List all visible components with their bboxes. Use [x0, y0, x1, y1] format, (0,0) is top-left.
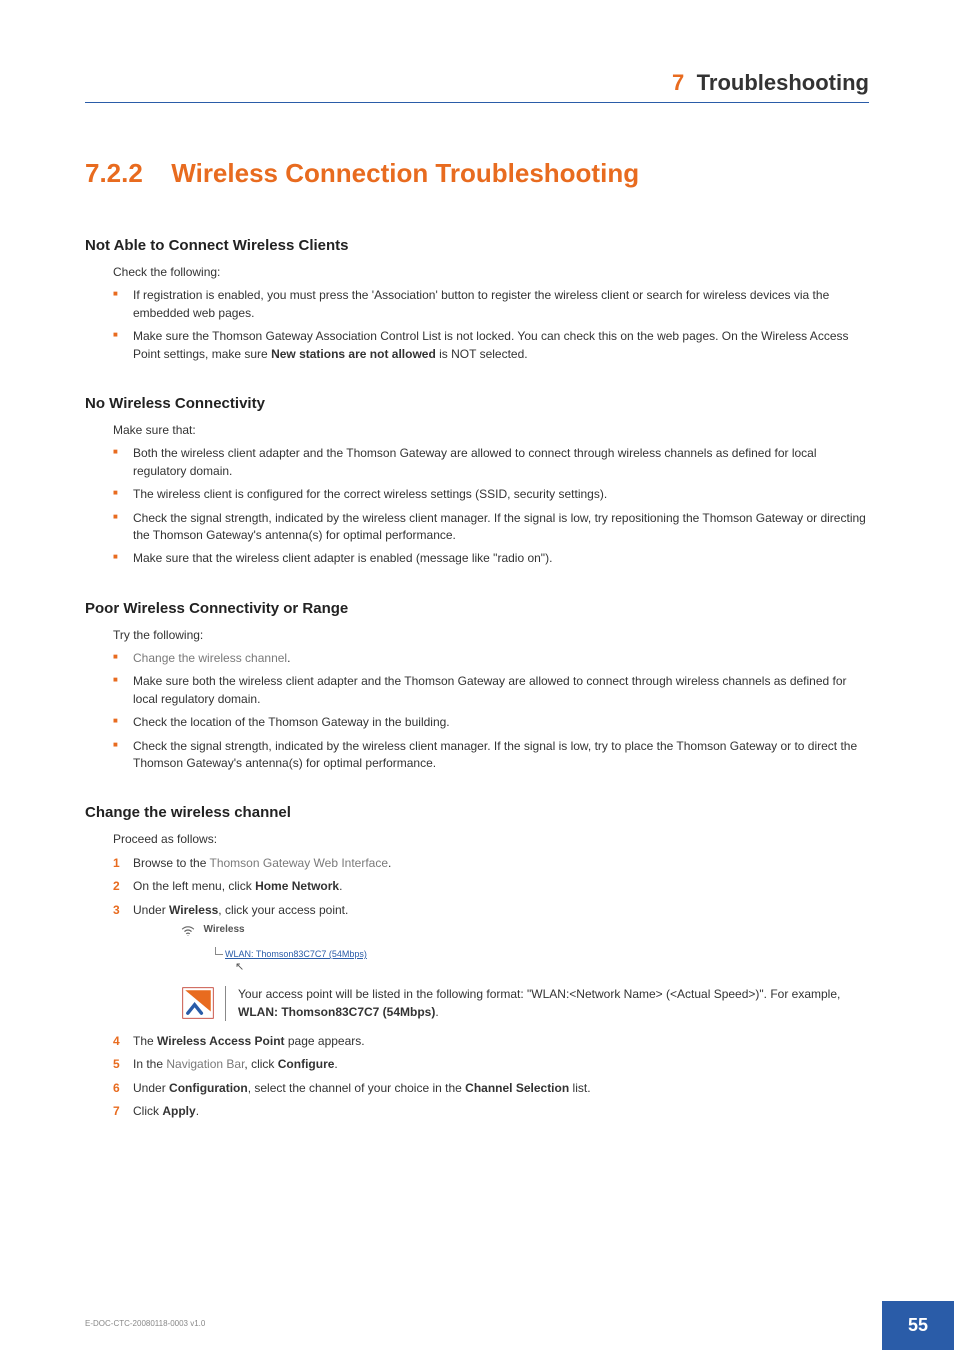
section-name: Wireless Connection Troubleshooting	[171, 158, 639, 188]
text: Your access point will be listed in the …	[238, 987, 840, 1001]
step-item: Under Wireless, click your access point.…	[113, 902, 869, 1021]
bold-text: Wireless Access Point	[157, 1034, 285, 1048]
bullet-item: If registration is enabled, you must pre…	[113, 287, 869, 322]
chapter-title: Troubleshooting	[697, 70, 869, 95]
bold-text: WLAN: Thomson83C7C7 (54Mbps)	[238, 1005, 435, 1019]
bold-text: Configure	[278, 1057, 335, 1071]
step-item: On the left menu, click Home Network.	[113, 878, 869, 895]
cross-ref-link[interactable]: Navigation Bar	[166, 1057, 244, 1071]
chapter-header: 7 Troubleshooting	[85, 70, 869, 103]
bullet-item: Check the location of the Thomson Gatewa…	[113, 714, 869, 731]
bold-text: Channel Selection	[465, 1081, 569, 1095]
bullet-item: Check the signal strength, indicated by …	[113, 738, 869, 773]
intro-text: Check the following:	[113, 264, 869, 281]
bullet-item: Check the signal strength, indicated by …	[113, 510, 869, 545]
note-text: Your access point will be listed in the …	[225, 986, 869, 1021]
wifi-icon	[181, 923, 195, 943]
step-item: In the Navigation Bar, click Configure.	[113, 1056, 869, 1073]
step-item: Click Apply.	[113, 1103, 869, 1120]
bold-text: Apply	[162, 1104, 195, 1118]
footer-doc-id: E-DOC-CTC-20080118-0003 v1.0	[85, 1319, 954, 1328]
bullet-item: Change the wireless channel.	[113, 650, 869, 667]
chapter-number: 7	[672, 70, 684, 95]
intro-text: Proceed as follows:	[113, 831, 869, 848]
subsection-poor-connectivity: Poor Wireless Connectivity or Range Try …	[85, 600, 869, 773]
text: Browse to the	[133, 856, 210, 870]
intro-text: Try the following:	[113, 627, 869, 644]
cross-ref-link[interactable]: Thomson Gateway Web Interface	[210, 856, 389, 870]
wireless-screenshot: Wireless WLAN: Thomson83C7C7 (54Mbps) ↖	[181, 923, 869, 976]
text: On the left menu, click	[133, 879, 255, 893]
subsection-title: Poor Wireless Connectivity or Range	[85, 600, 869, 617]
subsection-title: Change the wireless channel	[85, 804, 869, 821]
text: , click	[244, 1057, 277, 1071]
subsection-title: Not Able to Connect Wireless Clients	[85, 237, 869, 254]
bullet-item: Make sure the Thomson Gateway Associatio…	[113, 328, 869, 363]
cursor-icon: ↖	[235, 960, 244, 976]
step-item: The Wireless Access Point page appears.	[113, 1033, 869, 1050]
bold-text: New stations are not allowed	[271, 347, 436, 361]
wireless-label: Wireless	[204, 923, 245, 938]
text: page appears.	[285, 1034, 365, 1048]
intro-text: Make sure that:	[113, 422, 869, 439]
step-item: Browse to the Thomson Gateway Web Interf…	[113, 855, 869, 872]
section-number: 7.2.2	[85, 158, 143, 188]
text: list.	[569, 1081, 590, 1095]
cross-ref-link[interactable]: Change the wireless channel	[133, 651, 287, 665]
step-item: Under Configuration, select the channel …	[113, 1080, 869, 1097]
bold-text: Wireless	[169, 903, 218, 917]
text: is NOT selected.	[436, 347, 528, 361]
text: , click your access point.	[218, 903, 348, 917]
text: Click	[133, 1104, 162, 1118]
bold-text: Configuration	[169, 1081, 248, 1095]
subsection-change-channel: Change the wireless channel Proceed as f…	[85, 804, 869, 1120]
bullet-item: Make sure that the wireless client adapt…	[113, 550, 869, 567]
wlan-link[interactable]: WLAN: Thomson83C7C7 (54Mbps)	[215, 947, 869, 961]
bold-text: Home Network	[255, 879, 339, 893]
subsection-no-connectivity: No Wireless Connectivity Make sure that:…	[85, 395, 869, 568]
subsection-title: No Wireless Connectivity	[85, 395, 869, 412]
note-icon	[181, 986, 215, 1020]
text: In the	[133, 1057, 166, 1071]
bullet-item: Make sure both the wireless client adapt…	[113, 673, 869, 708]
note-box: Your access point will be listed in the …	[181, 986, 869, 1021]
bullet-item: Both the wireless client adapter and the…	[113, 445, 869, 480]
bullet-item: The wireless client is configured for th…	[113, 486, 869, 503]
text: Under	[133, 1081, 169, 1095]
page-number: 55	[882, 1301, 954, 1350]
section-title: 7.2.2 Wireless Connection Troubleshootin…	[85, 158, 869, 189]
subsection-not-able-connect: Not Able to Connect Wireless Clients Che…	[85, 237, 869, 363]
text: The	[133, 1034, 157, 1048]
text: , select the channel of your choice in t…	[248, 1081, 465, 1095]
text: Under	[133, 903, 169, 917]
